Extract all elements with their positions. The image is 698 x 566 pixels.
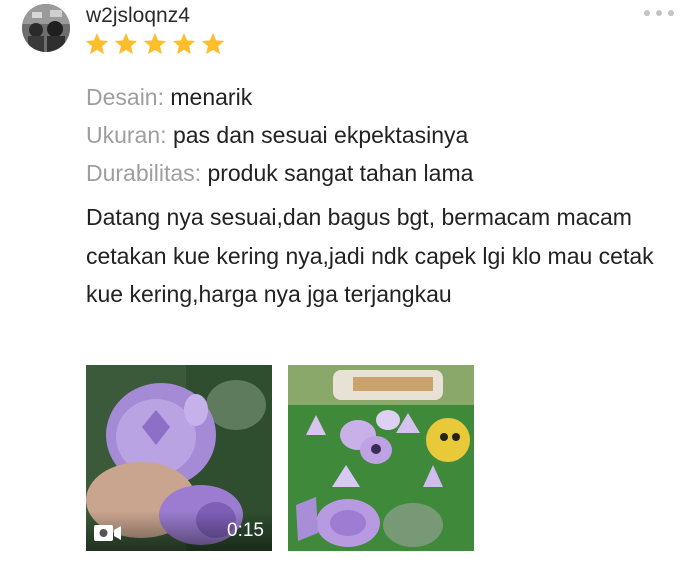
star-icon	[114, 32, 138, 55]
attribute-value: pas dan sesuai ekpektasinya	[172, 122, 469, 148]
star-icon	[172, 32, 196, 55]
attribute-size: Ukuran: pas dan sesuai ekpektasinya	[86, 122, 469, 148]
attribute-label: Ukuran	[86, 122, 161, 148]
photo-preview-image	[288, 365, 474, 551]
attribute-durability: Durabilitas: produk sangat tahan lama	[86, 160, 474, 186]
review-text: Datang nya sesuai,dan bagus bgt, bermaca…	[86, 204, 654, 307]
star-icon	[85, 32, 109, 55]
video-duration: 0:15	[227, 520, 264, 541]
star-icon	[201, 32, 225, 55]
star-rating	[84, 31, 226, 57]
dot	[644, 10, 650, 16]
avatar-image	[22, 4, 70, 52]
dot	[668, 10, 674, 16]
attribute-value: produk sangat tahan lama	[207, 160, 474, 186]
more-options-icon[interactable]	[644, 10, 674, 16]
attribute-label: Desain	[86, 84, 158, 110]
attribute-label: Durabilitas	[86, 160, 195, 186]
attribute-design: Desain: menarik	[86, 84, 253, 110]
attribute-value: menarik	[170, 84, 253, 110]
review-attributes: Desain: menarik Ukuran: pas dan sesuai e…	[86, 78, 473, 192]
reviewer-username[interactable]: w2jsloqnz4	[86, 4, 190, 28]
review-photo-thumbnail[interactable]	[288, 365, 474, 551]
avatar[interactable]	[22, 4, 70, 52]
review-video-thumbnail[interactable]: 0:15	[86, 365, 272, 551]
dot	[656, 10, 662, 16]
video-camera-icon	[94, 525, 121, 541]
star-icon	[143, 32, 167, 55]
